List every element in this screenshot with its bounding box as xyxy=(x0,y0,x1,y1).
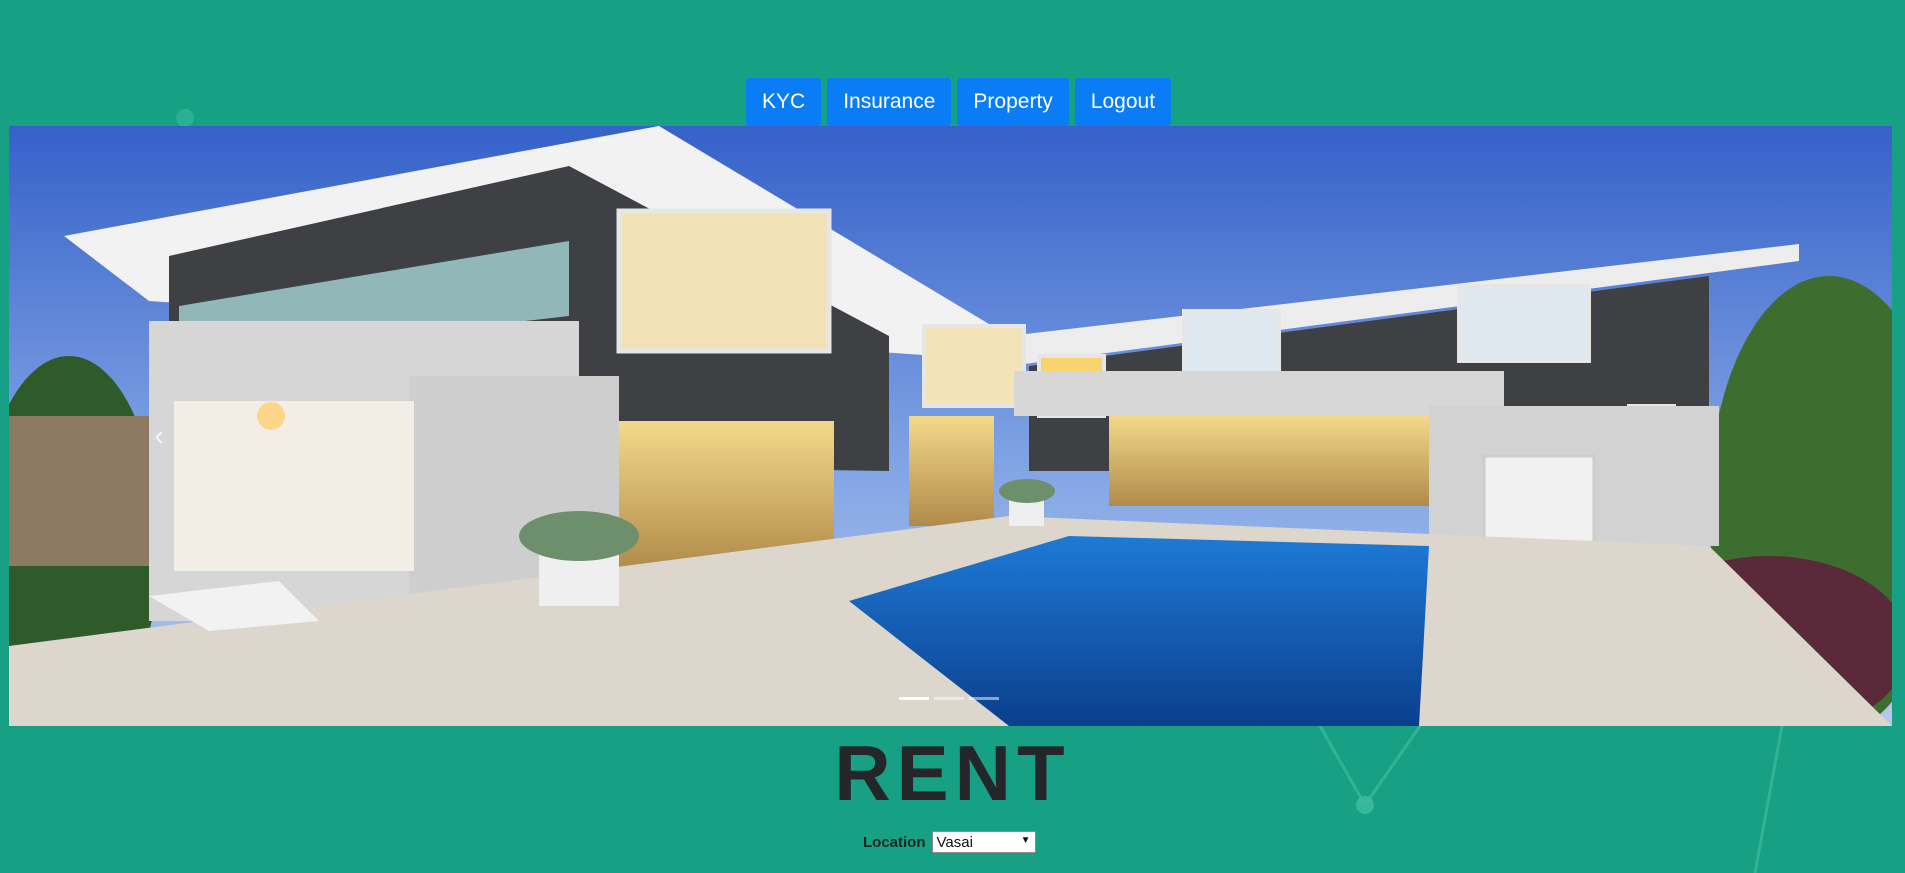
carousel-indicator-3[interactable] xyxy=(969,697,999,700)
carousel-indicator-1[interactable] xyxy=(899,697,929,700)
house-photo xyxy=(9,126,1892,726)
dropdown-arrow-icon: ▼ xyxy=(1020,835,1031,846)
location-label: Location xyxy=(863,833,926,851)
carousel-prev-chevron-left-icon[interactable]: ‹ xyxy=(139,416,179,456)
carousel-indicators xyxy=(899,697,999,700)
nav-property-button[interactable]: Property xyxy=(957,78,1069,126)
carousel-next-chevron-right-icon[interactable]: › xyxy=(1832,416,1872,456)
nav-logout-button[interactable]: Logout xyxy=(1074,78,1172,126)
location-select[interactable]: Vasai ▼ xyxy=(931,831,1036,853)
nav-insurance-button[interactable]: Insurance xyxy=(827,78,952,126)
location-filter: Location Vasai ▼ xyxy=(863,831,1036,853)
page-title: RENT xyxy=(834,729,1071,817)
nav-kyc-button[interactable]: KYC xyxy=(746,78,822,126)
page: KYC Insurance Property Logout ‹ RENT Loc… xyxy=(0,0,1905,873)
main-nav: KYC Insurance Property Logout xyxy=(746,78,1172,126)
carousel-indicator-2[interactable] xyxy=(934,697,964,700)
location-selected-value: Vasai xyxy=(936,833,973,851)
hero-carousel: ‹ › xyxy=(9,126,1892,726)
